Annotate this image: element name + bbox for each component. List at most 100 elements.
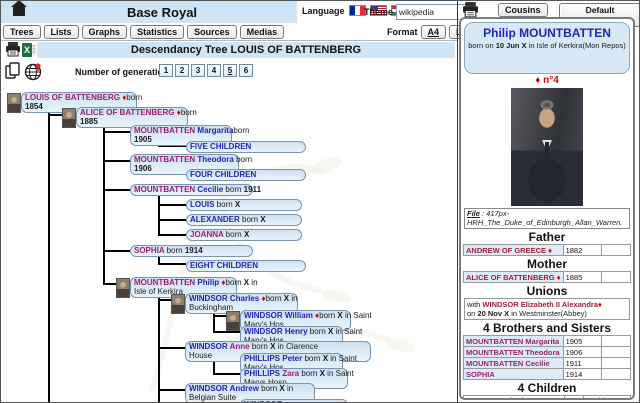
generation-button-3[interactable]: 3 [191,64,205,77]
person-link[interactable]: WINDSOR William [244,311,315,320]
nav-button-medias[interactable]: Medias [240,25,285,39]
tree-node[interactable]: FIVE CHILDREN [186,141,306,153]
tree-node[interactable]: LOUIS born X [186,199,302,211]
text-segment: in Saint [333,327,362,336]
text-segment: born [233,126,249,135]
person-link[interactable]: EIGHT CHILDREN [190,261,258,270]
person-link[interactable]: MOUNTBATTEN [134,155,197,164]
person-link[interactable]: WINDSOR Henry [244,327,310,336]
person-link[interactable]: PHILLIPS Peter [244,354,304,363]
cousins-button[interactable]: Cousins [498,3,548,17]
generation-button-6[interactable]: 6 [239,64,253,77]
birth-year: 1914 [563,369,601,380]
theme-label: Theme [364,7,393,17]
person-link[interactable]: Margarita [197,126,233,135]
person-link[interactable]: FOUR CHILDREN [190,170,256,179]
person-link[interactable]: Anne [230,342,252,351]
text-segment: born [226,230,244,239]
person-link[interactable]: SOPHIA [134,246,167,255]
text-segment: born [310,327,328,336]
person-link[interactable]: Zara [282,369,301,378]
person-link[interactable]: ANDREW OF GREECE [466,246,546,255]
tree-node[interactable]: WINDSOR [240,399,348,403]
portrait-thumb-icon[interactable] [226,311,240,331]
tree-node[interactable]: SOPHIA born 1914 [130,245,253,257]
portrait-thumb-icon[interactable] [171,294,185,314]
tree-title-bar: Descendancy Tree LOUIS OF BATTENBERG [37,42,455,58]
tree-node[interactable]: EIGHT CHILDREN [186,260,306,272]
text-segment: in Clarence [275,342,318,351]
siblings-table: MOUNTBATTEN Margarita1905MOUNTBATTEN The… [463,335,631,380]
portrait-thumb-icon[interactable] [116,278,130,298]
text-segment: X [244,230,249,239]
portrait-thumb-icon[interactable] [62,108,76,128]
person-link[interactable]: ALEXANDER [190,215,242,224]
table-row: WINDSOR Charles ♦XBucking [464,396,631,401]
generation-button-2[interactable]: 2 [175,64,189,77]
excel-export-icon[interactable]: X [22,43,36,57]
person-panel-box: Philip MOUNTBATTEN born on 10 Jun X in I… [459,17,635,400]
nav-button-trees[interactable]: Trees [3,25,41,39]
person-link[interactable]: FIVE CHILDREN [190,142,251,151]
person-link[interactable]: Philip [197,278,221,287]
text-segment: Belgian Suite [189,393,236,402]
text-segment: in Saint [325,369,354,378]
text-segment: born [304,354,322,363]
person-panel: Cousins Default individual Philip MOUNTB… [458,1,640,403]
tree-node[interactable]: MOUNTBATTEN Cecilie born 1911 [130,184,253,196]
header-divider [1,40,457,41]
generation-button-4[interactable]: 4 [207,64,221,77]
unions-section-title: Unions [463,284,631,297]
person-link[interactable]: WINDSOR Andrew [189,384,261,393]
home-icon[interactable] [11,6,27,19]
person-link[interactable]: LOUIS OF BATTENBERG [25,93,122,102]
portrait-thumb-icon[interactable] [7,93,21,113]
nav-button-statistics[interactable]: Statistics [130,25,184,39]
person-link[interactable]: MOUNTBATTEN Theodora [466,348,560,357]
person-link[interactable]: MOUNTBATTEN [134,278,197,287]
nav-button-sources[interactable]: Sources [187,25,237,39]
mother-table: ALICE OF BATTENBERG ♦1885 [463,271,631,283]
person-card[interactable]: Philip MOUNTBATTEN born on 10 Jun X in I… [464,22,630,74]
person-link[interactable]: Cecilie [197,185,225,194]
person-link[interactable]: ALICE OF BATTENBERG [80,108,177,117]
person-link[interactable]: MOUNTBATTEN [134,126,197,135]
nav-button-lists[interactable]: Lists [44,25,79,39]
person-link[interactable]: MOUNTBATTEN [134,185,197,194]
birth-year: 1911 [563,358,601,369]
extra-cell [601,369,630,380]
person-link[interactable]: JOANNA [190,230,226,239]
generation-button-1[interactable]: 1 [159,64,173,77]
person-link[interactable]: WINDSOR Charles [466,396,532,400]
copy-icon[interactable] [5,62,22,81]
father-section-title: Father [463,230,631,243]
tree-node[interactable]: FOUR CHILDREN [186,169,306,181]
generation-button-5[interactable]: 5 [223,64,237,77]
person-link[interactable]: MOUNTBATTEN Margarita [466,337,559,346]
person-link[interactable]: ALICE OF BATTENBERG [466,273,555,282]
text-segment: 1906 [134,164,152,173]
tree-node[interactable]: ALEXANDER born X [186,214,302,226]
nav-button-graphs[interactable]: Graphs [82,25,128,39]
person-photo[interactable] [511,88,583,206]
format-a4-button[interactable]: A4 [421,25,447,39]
generation-buttons: 123456 [159,64,253,77]
format-label: Format [387,27,418,37]
person-link[interactable]: WINDSOR [189,342,230,351]
person-link[interactable]: MOUNTBATTEN Cecilie [466,359,550,368]
tree-node[interactable]: JOANNA born X [186,229,302,241]
person-link[interactable]: LOUIS [190,200,217,209]
sosa-badge: ♦ n°4 [463,75,631,87]
text-segment: born [167,246,185,255]
french-flag-icon[interactable] [349,5,366,16]
person-link[interactable]: Theodora [197,155,236,164]
person-link[interactable]: PHILLIPS [244,369,282,378]
panel-printer-icon[interactable] [462,2,479,18]
svg-text:X: X [24,45,30,55]
map-pin-globe-icon[interactable] [24,62,43,81]
tree-connector-line [103,283,116,285]
person-link[interactable]: SOPHIA [466,370,495,379]
photo-file-caption: File : 417px- HRH_The_Duke_of_Edinburgh_… [464,208,630,229]
printer-icon[interactable] [5,42,21,57]
person-link[interactable]: WINDSOR Charles [189,294,261,303]
